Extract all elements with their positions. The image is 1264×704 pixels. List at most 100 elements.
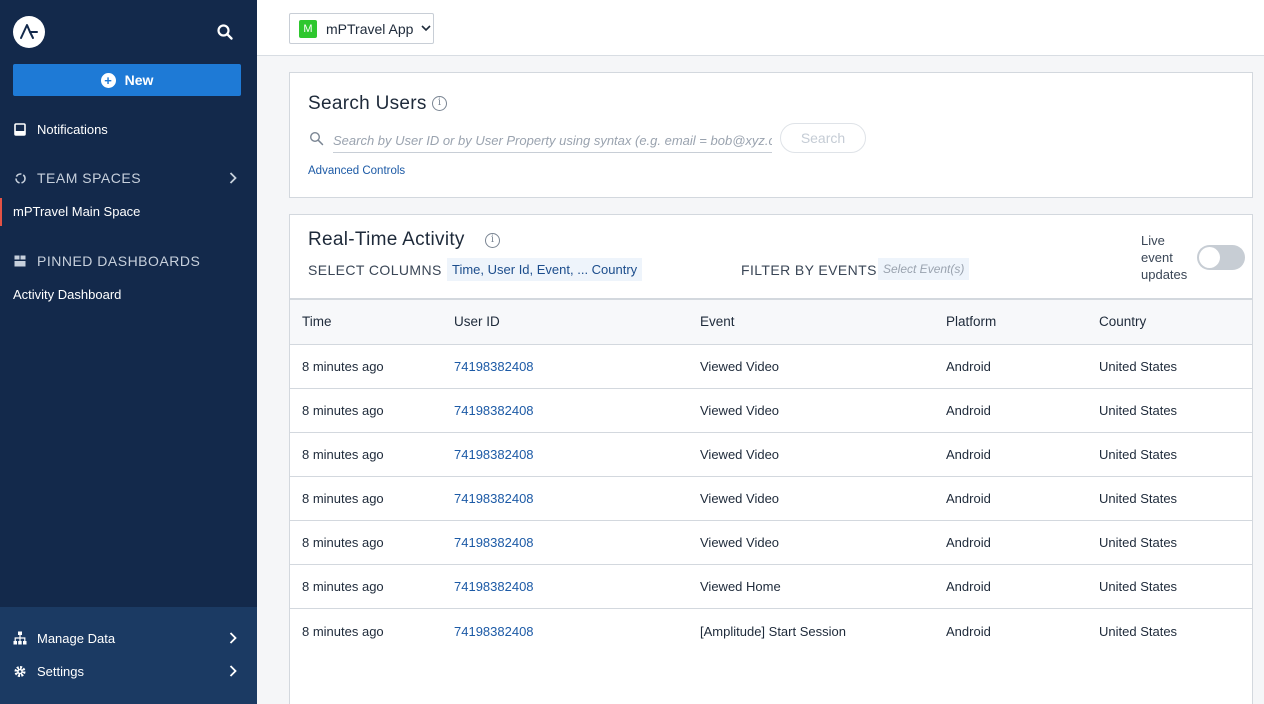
cell-event: Viewed Home xyxy=(688,564,934,609)
cell-platform: Android xyxy=(934,476,1087,521)
sidebar-item-label: Notifications xyxy=(37,121,108,137)
cell-user-id-link[interactable]: 74198382408 xyxy=(442,564,688,609)
column-header[interactable]: User ID xyxy=(442,298,688,345)
plus-icon: + xyxy=(100,72,116,88)
info-icon[interactable]: i xyxy=(432,96,447,111)
app-badge: M xyxy=(299,19,317,38)
chevron-down-icon xyxy=(421,25,431,32)
table-row[interactable]: 8 minutes ago 74198382408 Viewed Video A… xyxy=(290,388,1252,433)
realtime-activity-card: Real-Time Activity i SELECT COLUMNS Time… xyxy=(289,214,1253,704)
advanced-controls-link[interactable]: Advanced Controls xyxy=(308,165,405,177)
sidebar-item-main-space[interactable]: mPTravel Main Space xyxy=(13,204,140,219)
cell-country: United States xyxy=(1099,623,1178,639)
cell-user-id-link[interactable]: 74198382408 xyxy=(442,476,688,521)
columns-selector[interactable]: Time, User Id, Event, ... Country xyxy=(447,258,643,281)
cell-country: United States xyxy=(1087,520,1252,565)
cell-time: 8 minutes ago xyxy=(290,564,442,609)
sidebar-section-pinned-dashboards[interactable]: PINNED DASHBOARDS xyxy=(0,252,257,270)
toggle-knob xyxy=(1199,247,1220,268)
sidebar-item-notifications[interactable]: Notifications xyxy=(0,120,257,138)
cell-platform: Android xyxy=(934,564,1087,609)
sidebar-item-settings[interactable]: Settings xyxy=(0,662,257,680)
chevron-right-icon xyxy=(229,632,237,644)
search-icon xyxy=(309,131,324,146)
cell-event: Viewed Video xyxy=(688,520,934,565)
cell-event: Viewed Video xyxy=(688,388,934,433)
info-icon[interactable]: i xyxy=(485,233,500,248)
active-indicator xyxy=(0,198,2,226)
cell-user-id-link[interactable]: 74198382408 xyxy=(442,432,688,477)
amplitude-logo-glyph xyxy=(20,24,38,39)
cell-user-id-link[interactable]: 74198382408 xyxy=(442,520,688,565)
cell-time: 8 minutes ago xyxy=(290,432,442,477)
chevron-right-icon xyxy=(229,172,237,184)
cell-user-id-link[interactable]: 74198382408 xyxy=(442,388,688,433)
search-icon[interactable] xyxy=(216,23,234,41)
search-button[interactable]: Search xyxy=(780,123,866,153)
cell-platform: Android xyxy=(946,623,991,639)
cell-platform: Android xyxy=(934,388,1087,433)
table-row[interactable]: 8 minutes ago 74198382408 Viewed Video A… xyxy=(290,476,1252,521)
app-name: mPTravel App xyxy=(326,20,414,37)
sidebar-section-team-spaces[interactable]: TEAM SPACES xyxy=(0,169,257,187)
table-row[interactable]: 8 minutes ago 74198382408 [Amplitude] St… xyxy=(290,608,1252,654)
hierarchy-icon xyxy=(13,631,27,645)
cell-platform: Android xyxy=(934,432,1087,477)
sidebar-item-manage-data[interactable]: Manage Data xyxy=(0,629,257,647)
cell-user-id-link[interactable]: 74198382408 xyxy=(442,608,688,654)
sidebar-item-label: Manage Data xyxy=(37,630,116,646)
cell-event: Viewed Video xyxy=(688,476,934,521)
sidebar-footer: Manage Data Settings xyxy=(0,607,257,704)
cell-time: 8 minutes ago xyxy=(290,476,442,521)
sidebar-item-activity-dashboard[interactable]: Activity Dashboard xyxy=(13,287,121,302)
cell-country: United States xyxy=(1087,564,1252,609)
filter-by-events-label: FILTER BY EVENTS xyxy=(741,262,877,278)
cell-country: United States xyxy=(1087,344,1252,389)
cell-user-id-link[interactable]: 74198382408 xyxy=(442,344,688,389)
column-header[interactable]: Time xyxy=(290,298,442,345)
table-row[interactable]: 8 minutes ago 74198382408 Viewed Video A… xyxy=(290,344,1252,389)
dashboard-icon xyxy=(13,254,27,268)
column-header[interactable]: Platform xyxy=(934,298,1087,345)
search-users-input[interactable] xyxy=(333,128,772,153)
inbox-icon xyxy=(13,122,27,136)
cell-country: United States xyxy=(1087,388,1252,433)
search-users-card: Search Users i Search Advanced Controls xyxy=(289,72,1253,198)
cell-time: 8 minutes ago xyxy=(290,344,442,389)
sidebar: + New Notifications TEAM SPACES mPTravel… xyxy=(0,0,257,704)
cell-platform: Android xyxy=(934,520,1087,565)
activity-table: Time User ID Event Platform Country 8 mi… xyxy=(290,298,1252,654)
topbar: M mPTravel App xyxy=(257,0,1264,56)
sidebar-section-label: PINNED DASHBOARDS xyxy=(37,253,201,269)
gear-icon xyxy=(13,664,27,678)
cell-time: 8 minutes ago xyxy=(290,388,442,433)
realtime-activity-title: Real-Time Activity xyxy=(308,229,465,250)
new-button-label: New xyxy=(124,72,154,88)
event-filter-selector[interactable]: Select Event(s) xyxy=(878,258,970,280)
cell-country: United States xyxy=(1087,432,1252,477)
live-updates-label: Live event updates xyxy=(1141,233,1188,282)
sidebar-section-label: TEAM SPACES xyxy=(37,170,142,186)
table-row[interactable]: 8 minutes ago 74198382408 Viewed Home An… xyxy=(290,564,1252,609)
cell-platform: Android xyxy=(934,344,1087,389)
live-updates-toggle[interactable] xyxy=(1197,245,1245,270)
new-button[interactable]: + New xyxy=(13,64,241,96)
search-users-title: Search Users xyxy=(308,93,427,114)
amplitude-logo-icon[interactable] xyxy=(13,16,45,48)
team-spaces-icon xyxy=(13,171,27,185)
app-selector[interactable]: M mPTravel App xyxy=(289,13,434,44)
cell-time: 8 minutes ago xyxy=(290,520,442,565)
cell-country: United States xyxy=(1087,476,1252,521)
table-row[interactable]: 8 minutes ago 74198382408 Viewed Video A… xyxy=(290,520,1252,565)
cell-event: Viewed Video xyxy=(688,432,934,477)
table-row[interactable]: 8 minutes ago 74198382408 Viewed Video A… xyxy=(290,432,1252,477)
table-header-row: Time User ID Event Platform Country xyxy=(290,298,1252,345)
cell-event: [Amplitude] Start Session xyxy=(700,623,846,639)
chevron-right-icon xyxy=(229,665,237,677)
cell-time: 8 minutes ago xyxy=(302,623,384,639)
sidebar-item-label: Settings xyxy=(37,663,84,679)
select-columns-label: SELECT COLUMNS xyxy=(308,262,442,278)
column-header[interactable]: Event xyxy=(688,298,934,345)
cell-event: Viewed Video xyxy=(688,344,934,389)
column-header[interactable]: Country xyxy=(1087,298,1252,345)
